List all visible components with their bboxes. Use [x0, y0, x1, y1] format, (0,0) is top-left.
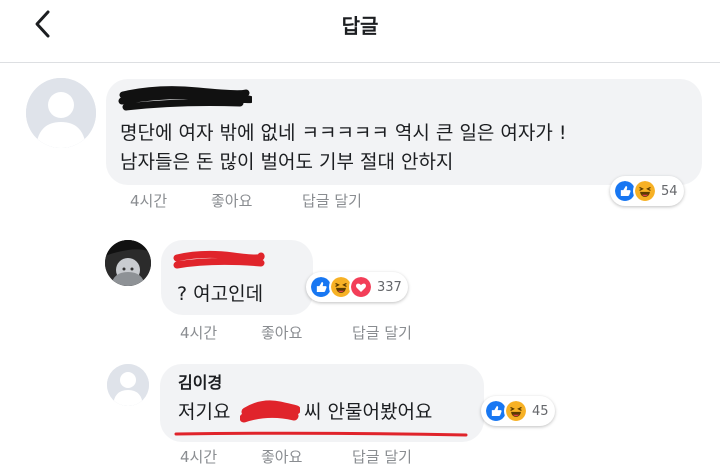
timestamp: 4시간 — [130, 192, 168, 210]
comment-text: ? 여고인데 — [177, 283, 264, 305]
default-avatar-icon — [107, 364, 149, 406]
comment-bubble: 김이경 저기요 씨 안물어봤어요 — [160, 364, 484, 442]
haha-icon — [633, 179, 657, 203]
comment-text-before: 저기요 — [178, 401, 231, 423]
reaction-count: 45 — [532, 403, 549, 419]
page-title: 답글 — [341, 14, 379, 38]
reaction-summary[interactable]: 337 — [306, 272, 408, 302]
comment-actions: 4시간 좋아요 답글 달기 — [180, 322, 480, 342]
comment-actions: 4시간 좋아요 답글 달기 — [180, 446, 480, 466]
reaction-count: 337 — [377, 279, 402, 295]
comment-text-line: 명단에 여자 밖에 없네 ㅋㅋㅋㅋㅋ 역시 큰 일은 여자가 ! — [120, 122, 567, 144]
redacted-name — [240, 400, 300, 423]
reaction-summary[interactable]: 45 — [481, 396, 555, 426]
avatar[interactable] — [105, 240, 151, 286]
comment-actions: 4시간 좋아요 답글 달기 — [130, 190, 430, 210]
reply-link[interactable]: 답글 달기 — [352, 446, 412, 467]
avatar[interactable] — [26, 78, 96, 148]
header-bar: 답글 — [0, 0, 720, 63]
like-link[interactable]: 좋아요 — [211, 190, 252, 211]
comment-author[interactable]: 김이경 — [178, 372, 222, 394]
comment-bubble: 명단에 여자 밖에 없네 ㅋㅋㅋㅋㅋ 역시 큰 일은 여자가 ! 남자들은 돈 … — [106, 79, 702, 185]
like-link[interactable]: 좋아요 — [261, 322, 302, 343]
timestamp: 4시간 — [180, 448, 218, 466]
avatar[interactable] — [107, 364, 149, 406]
timestamp: 4시간 — [180, 324, 218, 342]
comment-bubble: ? 여고인데 — [161, 240, 313, 315]
comment-text-line: 남자들은 돈 많이 벌어도 기부 절대 안하지 — [120, 151, 454, 173]
reaction-count: 54 — [661, 183, 678, 199]
underline-annotation — [174, 431, 468, 437]
reaction-summary[interactable]: 54 — [610, 176, 684, 206]
default-avatar-icon — [26, 78, 96, 148]
comment-text-after: 씨 안물어봤어요 — [304, 401, 433, 423]
profile-photo-icon — [105, 240, 151, 286]
redacted-author-name — [118, 86, 252, 111]
reply-link[interactable]: 답글 달기 — [302, 190, 362, 211]
haha-icon — [504, 399, 528, 423]
love-icon — [349, 275, 373, 299]
reply-link[interactable]: 답글 달기 — [352, 322, 412, 343]
like-link[interactable]: 좋아요 — [261, 446, 302, 467]
redacted-author-name — [173, 250, 265, 269]
